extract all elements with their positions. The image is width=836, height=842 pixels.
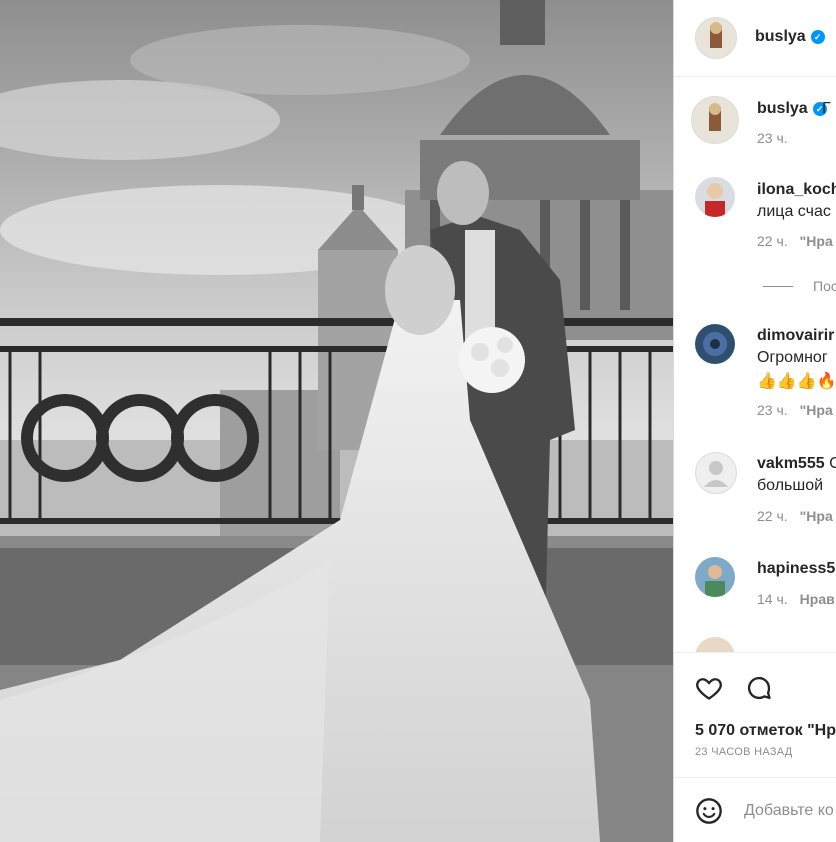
comment-like-action[interactable]: "Нра xyxy=(800,402,833,418)
comment-text: лица счас xyxy=(757,203,831,220)
likes-count[interactable]: 5 070 отметок "Нр xyxy=(695,722,836,740)
show-replies-label[interactable]: Пос xyxy=(813,278,836,294)
comment-username[interactable]: vakm555 С xyxy=(757,455,836,473)
speech-bubble-icon[interactable] xyxy=(745,674,773,702)
commenter-avatar[interactable] xyxy=(695,637,735,652)
comment-username[interactable]: hapiness5 xyxy=(757,560,835,578)
add-comment-bar: Добавьте ко xyxy=(674,777,836,842)
verified-badge-icon: ✓ xyxy=(810,30,825,44)
author-avatar[interactable] xyxy=(695,17,737,59)
post-side-panel: buslya ✓ buslya ✓ Г 23 ч. ilona_koch лица … xyxy=(673,0,836,842)
comment-emoji: 👍👍👍🔥 xyxy=(757,373,836,390)
commenter-avatar[interactable] xyxy=(695,324,735,364)
comment-meta: 14 ч. Нрав xyxy=(757,591,835,607)
comment-time: 22 ч. xyxy=(757,508,788,524)
commenter-avatar[interactable] xyxy=(695,452,737,494)
comment-username[interactable]: dimovairir xyxy=(757,327,834,345)
comment-like-action[interactable]: "Нра xyxy=(800,508,833,524)
post-header: buslya ✓ xyxy=(674,0,836,77)
post-actions xyxy=(674,652,836,778)
comment-time: 23 ч. xyxy=(757,402,788,418)
comment-meta: 23 ч. "Нра xyxy=(757,402,833,418)
author-avatar[interactable] xyxy=(691,96,739,144)
caption-username[interactable]: buslya ✓ xyxy=(757,100,827,118)
comment-username[interactable]: ilona_koch xyxy=(757,181,836,199)
comment-meta: 22 ч. "Нра xyxy=(757,233,833,249)
comment-meta: 22 ч. "Нра xyxy=(757,508,833,524)
show-replies[interactable]: Пос xyxy=(763,278,836,294)
caption-time: 23 ч. xyxy=(757,130,788,146)
comment-text: большой xyxy=(757,477,824,494)
wedding-photo-illustration xyxy=(0,0,673,842)
comment-text: Огромног xyxy=(757,349,828,366)
add-comment-input[interactable]: Добавьте ко xyxy=(744,802,834,820)
commenter-avatar[interactable] xyxy=(695,557,735,597)
post-age: 23 ЧАСОВ НАЗАД xyxy=(695,746,793,758)
comments-list[interactable]: buslya ✓ Г 23 ч. ilona_koch лица счас 22 … xyxy=(674,77,836,652)
comment-time: 22 ч. xyxy=(757,233,788,249)
post-photo[interactable] xyxy=(0,0,673,842)
smiley-icon[interactable] xyxy=(695,797,723,825)
commenter-avatar[interactable] xyxy=(695,177,735,217)
comment-like-action[interactable]: Нрав xyxy=(800,591,835,607)
comment-time: 14 ч. xyxy=(757,591,788,607)
caption-text: Г xyxy=(822,100,831,117)
heart-outline-icon[interactable] xyxy=(695,674,723,702)
comment-like-action[interactable]: "Нра xyxy=(800,233,833,249)
author-username[interactable]: buslya ✓ xyxy=(755,28,825,46)
